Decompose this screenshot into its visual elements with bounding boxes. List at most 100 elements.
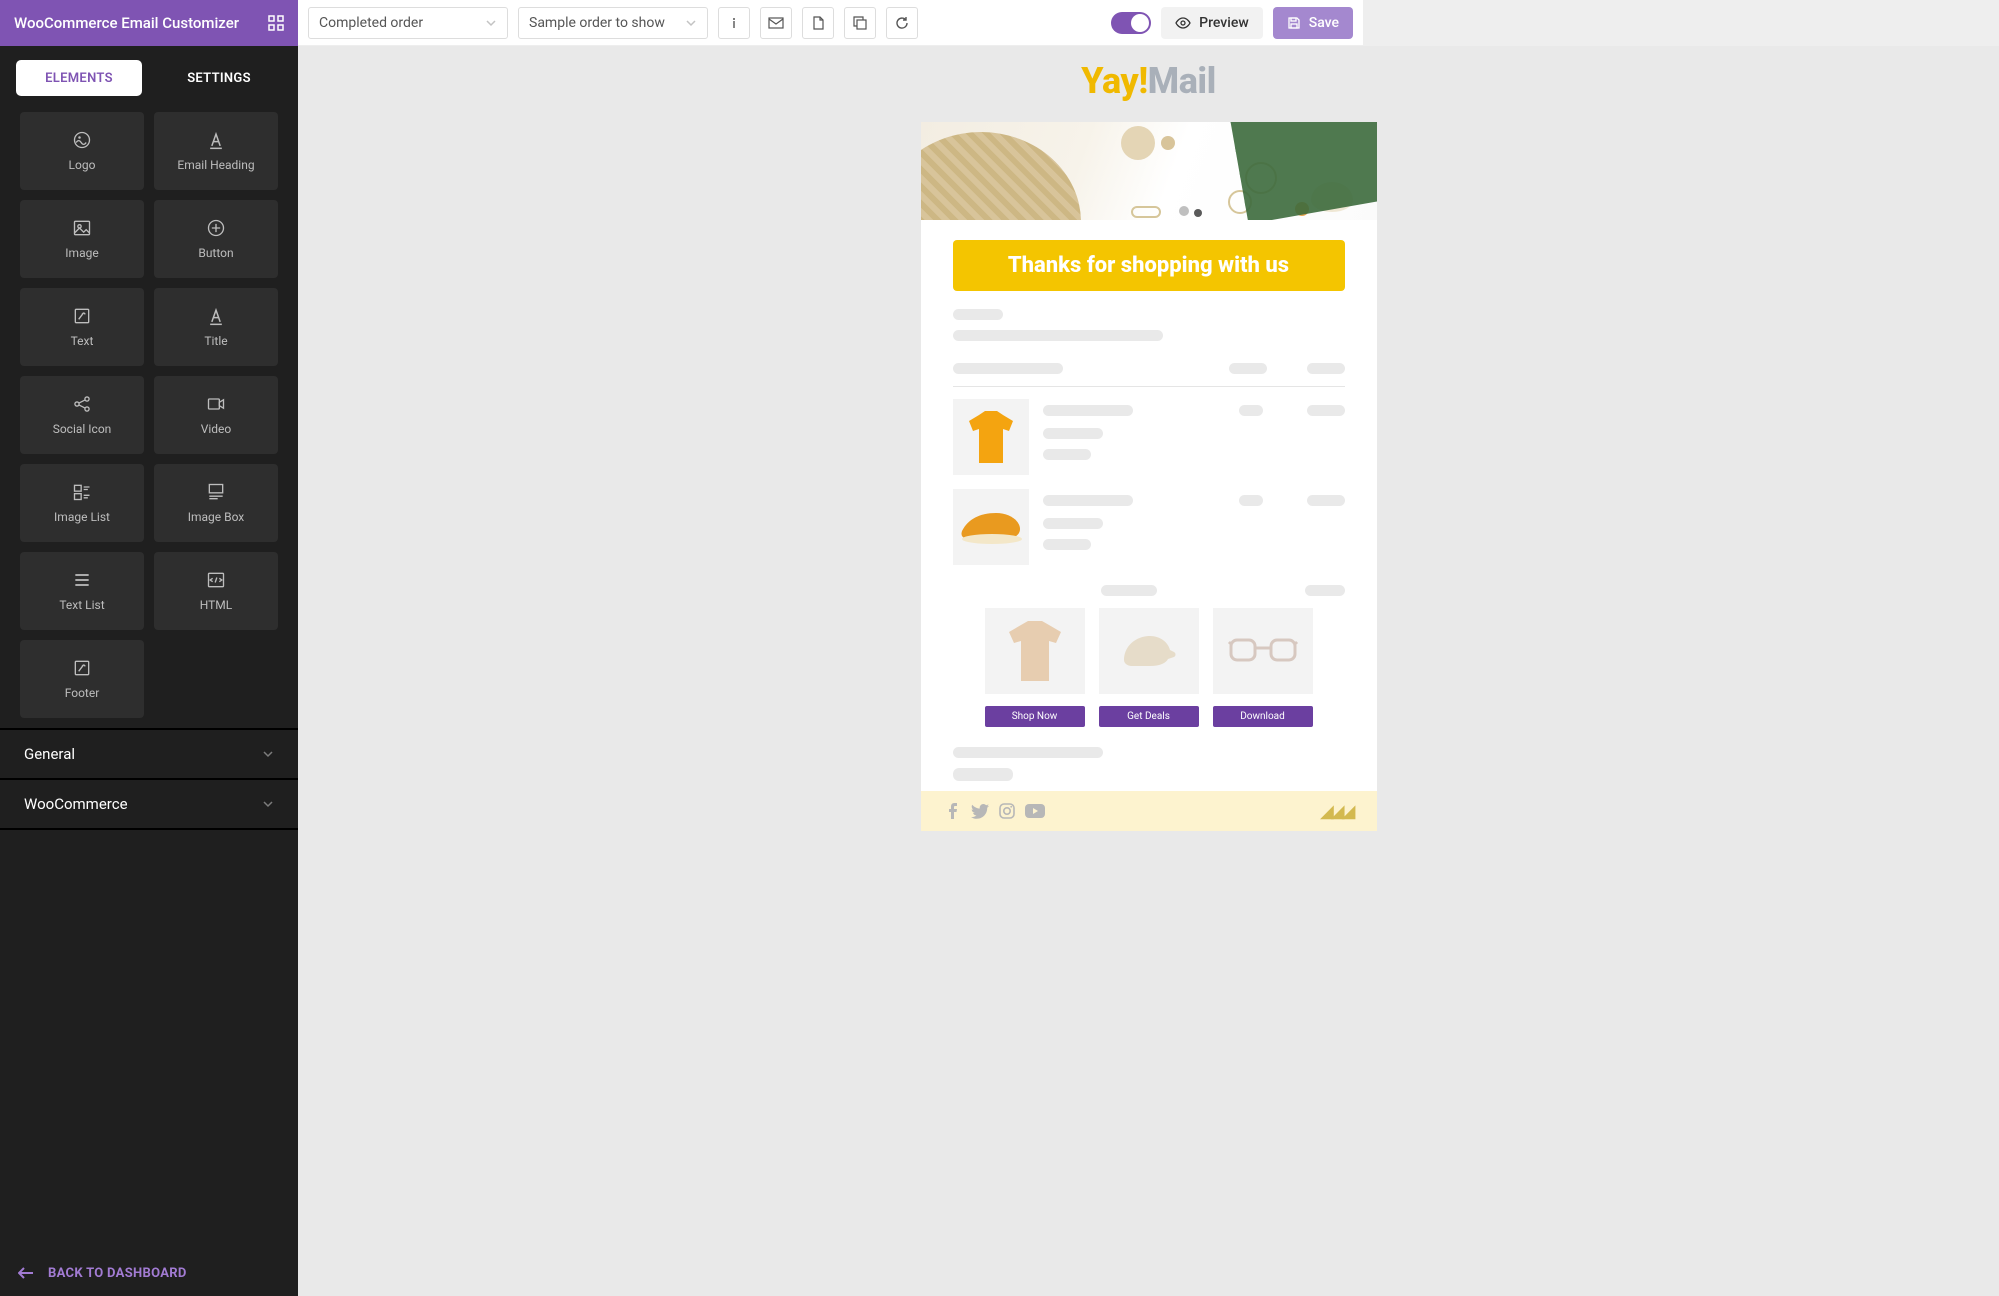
logo-part1: Yay xyxy=(1081,60,1138,102)
html-icon xyxy=(206,570,226,590)
footer-icon xyxy=(72,658,92,678)
element-label: HTML xyxy=(200,598,233,612)
facebook-icon[interactable] xyxy=(945,803,961,819)
grid-icon[interactable] xyxy=(268,15,284,31)
email-heading: Thanks for shopping with us xyxy=(953,240,1345,291)
element-label: Button xyxy=(198,246,233,260)
title-icon xyxy=(206,306,226,326)
product-thumb xyxy=(953,399,1029,475)
element-text[interactable]: Text xyxy=(20,288,144,366)
element-social-icon[interactable]: Social Icon xyxy=(20,376,144,454)
element-image[interactable]: Image xyxy=(20,200,144,278)
brand-mark-icon: ◢◢◢ xyxy=(1320,801,1353,822)
tab-settings-label: SETTINGS xyxy=(187,71,251,86)
logo-part3: Mail xyxy=(1148,60,1216,102)
product-cards: Shop Now Get Deals Download xyxy=(953,608,1345,727)
accordion-general-label: General xyxy=(24,745,75,763)
cta-button[interactable]: Get Deals xyxy=(1099,706,1199,727)
save-icon xyxy=(1287,16,1301,30)
element-html[interactable]: HTML xyxy=(154,552,278,630)
logo-part2: ! xyxy=(1138,60,1147,102)
video-icon xyxy=(206,394,226,414)
element-image-box[interactable]: Image Box xyxy=(154,464,278,542)
instagram-icon[interactable] xyxy=(999,803,1015,819)
enable-toggle[interactable] xyxy=(1111,12,1151,34)
cta-button[interactable]: Shop Now xyxy=(985,706,1085,727)
accordion-woocommerce-label: WooCommerce xyxy=(24,795,128,813)
yaymail-logo: Yay!Mail xyxy=(1081,60,1216,102)
imagelist-icon xyxy=(72,482,92,502)
youtube-icon[interactable] xyxy=(1025,804,1045,818)
chevron-down-icon xyxy=(262,748,274,760)
element-label: Email Heading xyxy=(177,158,254,172)
cta-button[interactable]: Download xyxy=(1213,706,1313,727)
element-label: Title xyxy=(204,334,227,348)
save-label: Save xyxy=(1309,15,1339,31)
sample-select[interactable]: Sample order to show xyxy=(518,7,708,39)
product-card: Download xyxy=(1213,608,1313,727)
blank-page-button[interactable] xyxy=(802,7,834,39)
product-card: Get Deals xyxy=(1099,608,1199,727)
email-preview[interactable]: Thanks for shopping with us xyxy=(921,122,1377,831)
imagebox-icon xyxy=(206,482,226,502)
textlist-icon xyxy=(72,570,92,590)
logo-icon xyxy=(72,130,92,150)
element-button[interactable]: Button xyxy=(154,200,278,278)
element-title[interactable]: Title xyxy=(154,288,278,366)
template-select-value: Completed order xyxy=(319,15,423,31)
element-email-heading[interactable]: Email Heading xyxy=(154,112,278,190)
order-item xyxy=(953,489,1345,565)
chevron-down-icon xyxy=(685,17,697,29)
accordion-woocommerce[interactable]: WooCommerce xyxy=(0,780,298,830)
elements-grid: Logo Email Heading Image Button Text Title Soc… xyxy=(0,106,298,728)
element-label: Image xyxy=(65,246,98,260)
accordion-general[interactable]: General xyxy=(0,730,298,780)
hero-image xyxy=(921,122,1377,220)
eye-icon xyxy=(1175,17,1191,29)
element-label: Image Box xyxy=(188,510,245,524)
chevron-down-icon xyxy=(485,17,497,29)
canvas: Yay!Mail Thanks for shopping with us xyxy=(298,46,1999,1296)
order-item xyxy=(953,399,1345,475)
tab-elements[interactable]: ELEMENTS xyxy=(16,60,142,96)
copy-button[interactable] xyxy=(844,7,876,39)
element-label: Text List xyxy=(59,598,104,612)
brand-bar: WooCommerce Email Customizer xyxy=(0,0,298,46)
preview-label: Preview xyxy=(1199,15,1249,31)
tab-elements-label: ELEMENTS xyxy=(45,71,113,86)
sidebar: ELEMENTS SETTINGS Logo Email Heading Image… xyxy=(0,46,298,1296)
email-footer: ◢◢◢ xyxy=(921,791,1377,831)
save-button[interactable]: Save xyxy=(1273,7,1353,39)
element-label: Text xyxy=(71,334,94,348)
element-label: Logo xyxy=(69,158,96,172)
element-video[interactable]: Video xyxy=(154,376,278,454)
info-button[interactable] xyxy=(718,7,750,39)
template-select[interactable]: Completed order xyxy=(308,7,508,39)
send-test-button[interactable] xyxy=(760,7,792,39)
product-card: Shop Now xyxy=(985,608,1085,727)
element-label: Footer xyxy=(65,686,100,700)
sidebar-accordion: General WooCommerce xyxy=(0,728,298,830)
element-image-list[interactable]: Image List xyxy=(20,464,144,542)
element-label: Video xyxy=(201,422,232,436)
element-label: Image List xyxy=(54,510,110,524)
sample-select-value: Sample order to show xyxy=(529,15,665,31)
social-icon xyxy=(72,394,92,414)
heading-icon xyxy=(206,130,226,150)
product-thumb xyxy=(953,489,1029,565)
back-label: BACK TO DASHBOARD xyxy=(48,1266,187,1281)
email-body: Shop Now Get Deals Download xyxy=(921,291,1377,791)
image-icon xyxy=(72,218,92,238)
element-text-list[interactable]: Text List xyxy=(20,552,144,630)
reset-button[interactable] xyxy=(886,7,918,39)
tab-settings[interactable]: SETTINGS xyxy=(156,60,282,96)
element-logo[interactable]: Logo xyxy=(20,112,144,190)
preview-button[interactable]: Preview xyxy=(1161,7,1263,39)
button-icon xyxy=(206,218,226,238)
back-to-dashboard[interactable]: BACK TO DASHBOARD xyxy=(0,1250,298,1296)
sidebar-tabs: ELEMENTS SETTINGS xyxy=(0,46,298,106)
chevron-down-icon xyxy=(262,798,274,810)
element-footer[interactable]: Footer xyxy=(20,640,144,718)
twitter-icon[interactable] xyxy=(971,804,989,819)
top-bar: WooCommerce Email Customizer Completed o… xyxy=(0,0,1363,46)
